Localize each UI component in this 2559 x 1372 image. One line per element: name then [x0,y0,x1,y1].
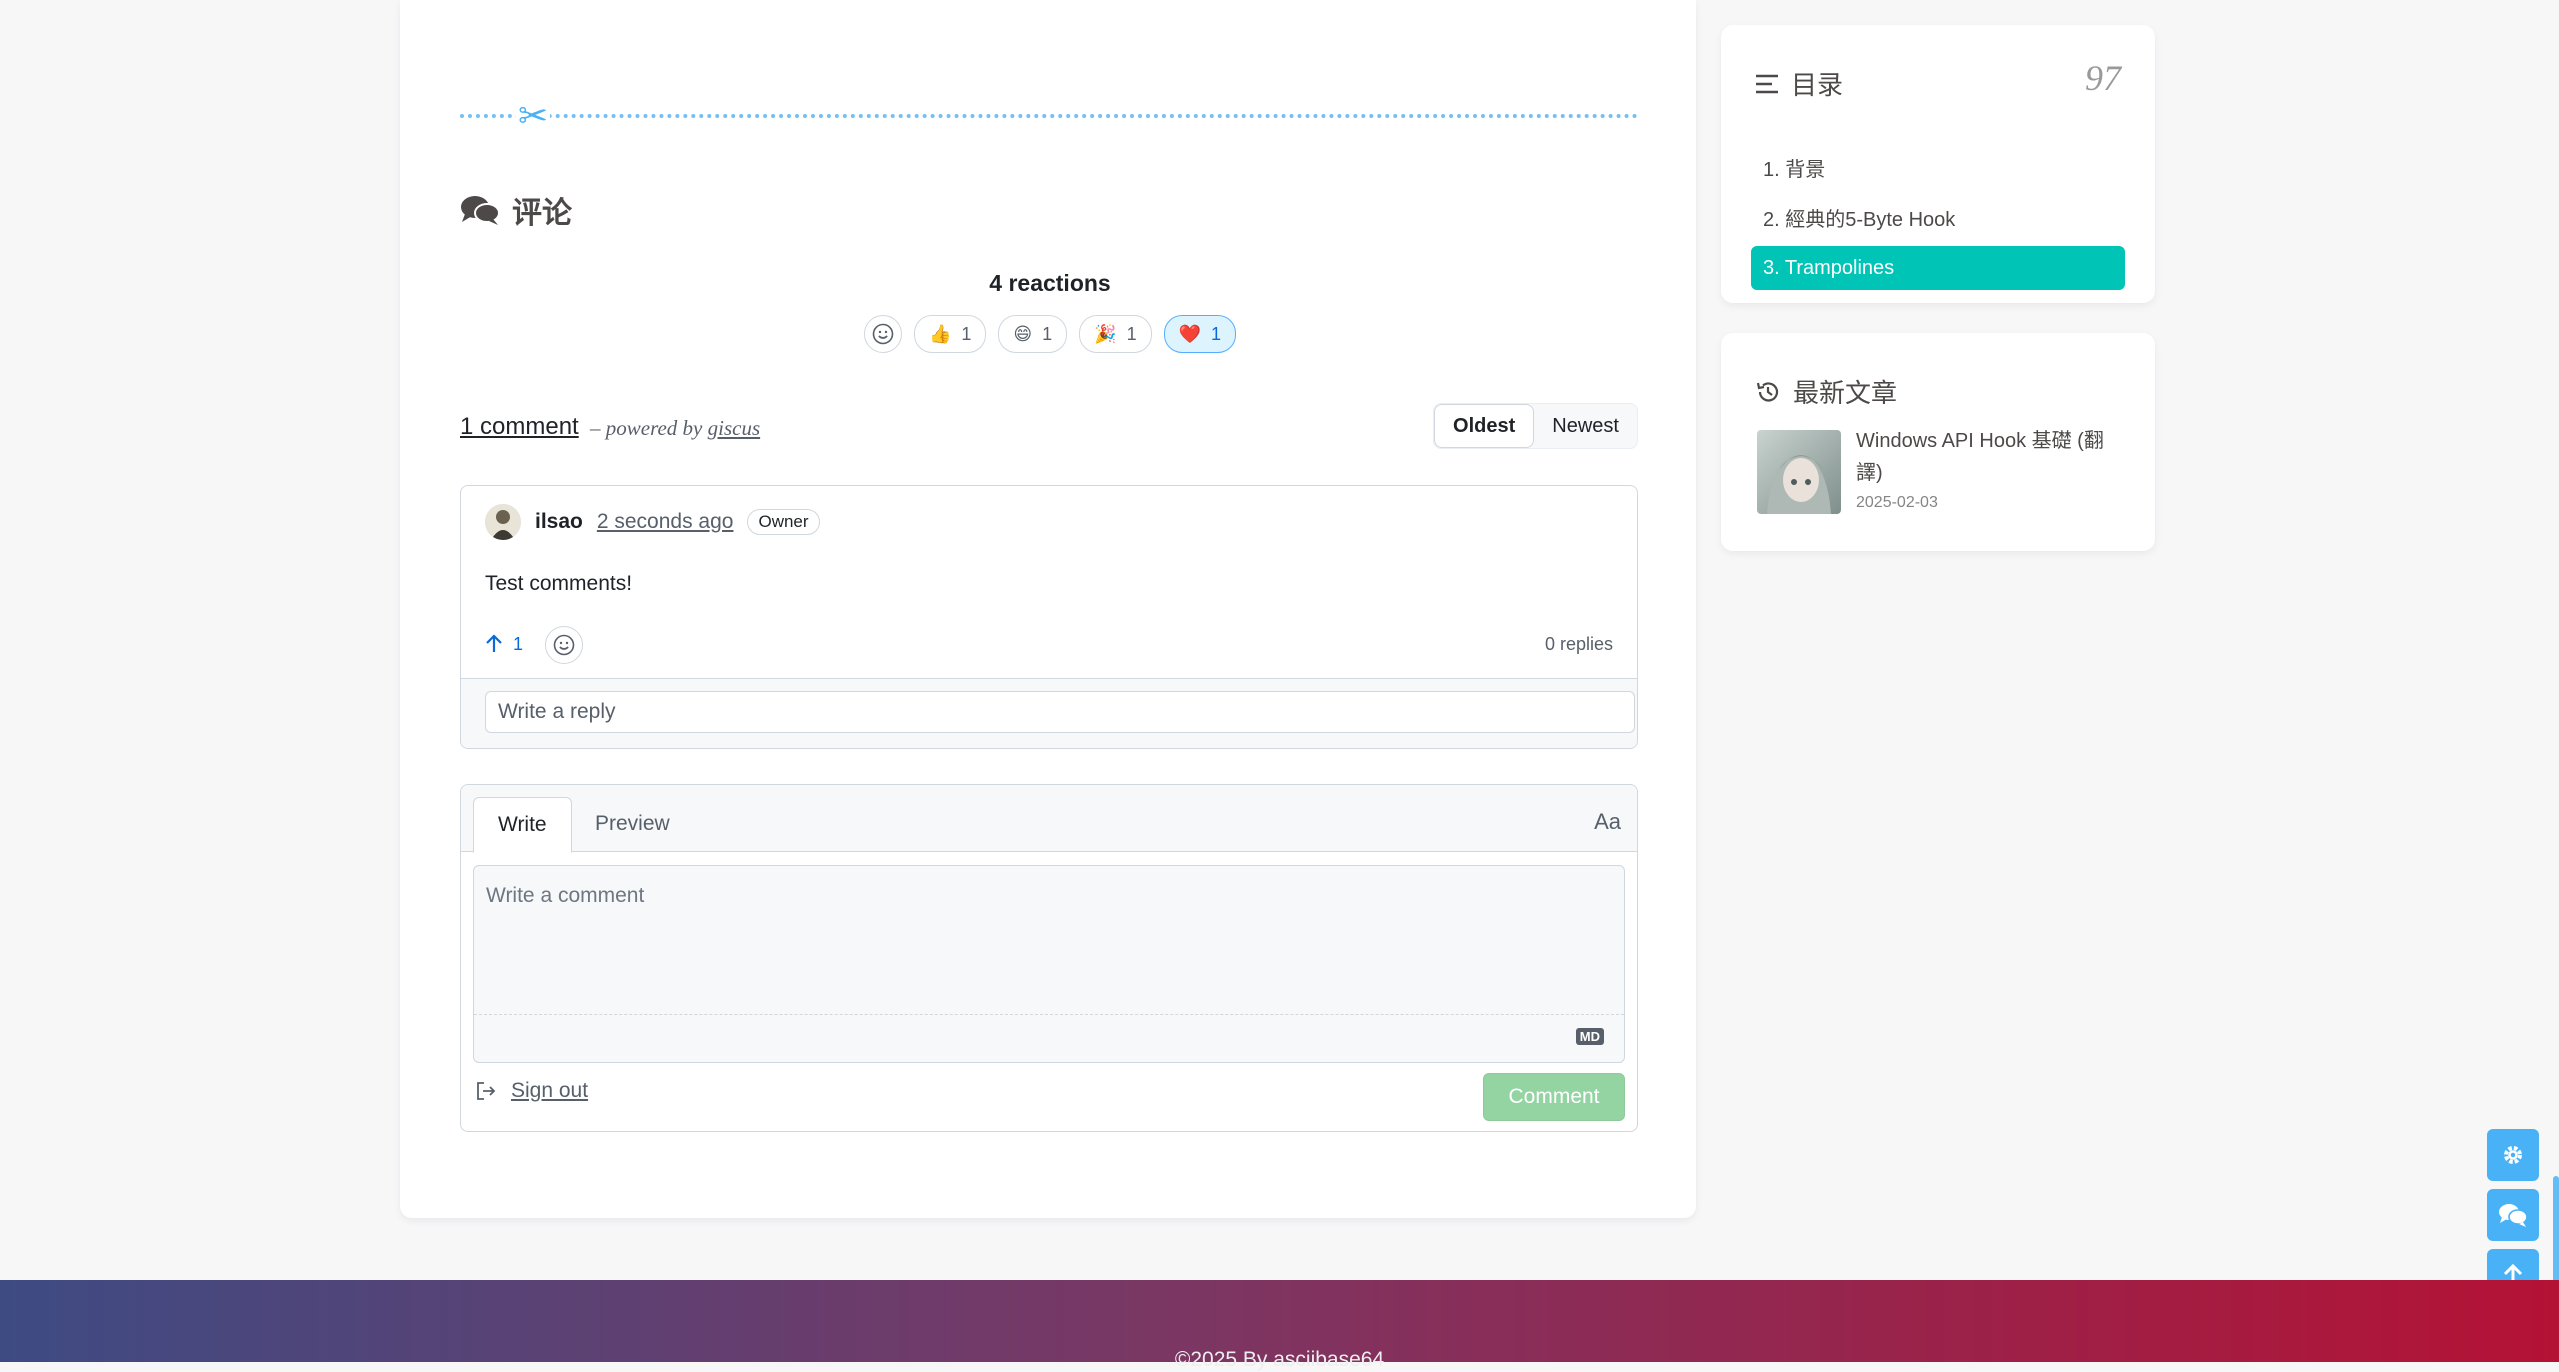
reaction-laugh[interactable]: 😄 1 [998,315,1068,353]
divider-line [460,114,1638,118]
scissors-icon: ✂ [516,95,551,136]
reactions-count: 4 reactions [989,270,1111,296]
comment-timestamp[interactable]: 2 seconds ago [597,510,734,534]
toc-title: 目录 [1791,70,1844,100]
settings-button[interactable] [2487,1129,2539,1181]
toc-item-1[interactable]: 1. 背景 [1751,145,2125,189]
reaction-count: 1 [1126,323,1137,344]
smiley-icon [553,634,575,656]
reaction-row: 👍 1 😄 1 🎉 1 ❤️ 1 [460,315,1640,353]
avatar[interactable] [485,504,521,540]
upvote-button[interactable]: 1 [485,624,523,664]
replies-count: 0 replies [1544,634,1613,654]
toc-card: 目录 97 1. 背景 2. 經典的5-Byte Hook 3. Trampol… [1721,25,2155,303]
comments-heading: 评论 [460,188,572,232]
comment-footer: 1 0 replies [485,624,1613,664]
text-format-button[interactable]: Aa [1594,809,1621,835]
comments-icon [461,196,500,225]
submit-comment-button[interactable]: Comment [1483,1073,1625,1121]
comments-title: 评论 [512,197,572,230]
markdown-icon: MD [1575,1028,1604,1045]
reaction-hooray[interactable]: 🎉 1 [1079,315,1152,353]
sort-oldest-button[interactable]: Oldest [1434,404,1535,448]
powered-by-prefix: – powered by [590,416,708,440]
reaction-count: 1 [1211,323,1222,344]
comment-body: Test comments! [485,572,633,595]
arrow-up-icon [486,634,502,652]
recent-heading: 最新文章 [1755,373,1897,410]
recent-post-thumbnail[interactable] [1757,430,1841,514]
comment-reaction-button[interactable] [545,626,583,664]
reaction-heart[interactable]: ❤️ 1 [1163,315,1237,353]
add-reaction-button[interactable] [863,315,902,353]
post-thumbnail-image [1757,430,1841,514]
textarea-divider [474,1014,1624,1015]
sort-toggle: Oldest Newest [1433,403,1638,449]
recent-posts-card: 最新文章 Windows API Hook 基礎 (翻譯) 2025-02-03 [1721,333,2155,551]
reply-area: Write a reply [461,678,1637,748]
comment-count-link[interactable]: 1 comment [460,413,579,441]
toc-progress: 97 [2085,58,2121,98]
comments-meta-row: 1 comment – powered by giscus Oldest New… [460,403,1638,449]
post-card: ✂ 评论 4 reactions 👍 1 😄 1 🎉 1 ❤️ 1 1 comm… [400,0,1696,1218]
page-footer: ©2025 By asciibase64 [0,1280,2559,1371]
laugh-icon: 😄 [1013,323,1033,344]
recent-title: 最新文章 [1793,378,1898,408]
comments-jump-button[interactable] [2487,1189,2539,1241]
recent-post-title[interactable]: Windows API Hook 基礎 (翻譯) [1856,425,2126,489]
footer-copyright: ©2025 By asciibase64 [1174,1348,1385,1371]
reply-input[interactable]: Write a reply [485,691,1635,733]
comment-username[interactable]: ilsao [535,510,583,534]
comment-textarea[interactable]: Write a comment MD [473,865,1625,1063]
gear-icon [2504,1146,2522,1164]
sign-out-button[interactable]: Sign out [475,1079,588,1103]
thumbs-up-icon: 👍 [928,323,952,344]
toc-heading: 目录 [1755,65,1843,102]
comment-thread: ilsao 2 seconds ago Owner Test comments!… [460,485,1638,749]
recent-post-date: 2025-02-03 [1856,494,1938,511]
list-icon [1756,74,1778,93]
editor-tabs: Write Preview Aa [461,785,1637,853]
sign-out-label: Sign out [511,1079,589,1102]
post-divider: ✂ [460,98,1638,134]
giscus-link[interactable]: giscus [708,416,761,440]
smiley-icon [872,323,894,345]
history-icon [1756,381,1779,401]
user-avatar-icon [485,504,521,540]
comment-placeholder: Write a comment [486,884,645,907]
toc-item-2[interactable]: 2. 經典的5-Byte Hook [1751,195,2125,239]
reactions-section: 4 reactions 👍 1 😄 1 🎉 1 ❤️ 1 [460,270,1640,353]
heart-icon: ❤️ [1178,323,1202,344]
tab-write[interactable]: Write [473,797,572,853]
tab-preview[interactable]: Preview [571,797,694,851]
owner-badge: Owner [747,509,820,535]
comment-header: ilsao 2 seconds ago Owner [485,504,820,540]
sort-newest-button[interactable]: Newest [1534,404,1637,448]
reaction-count: 1 [1042,323,1053,344]
party-popper-icon: 🎉 [1094,323,1117,344]
comments-icon [2499,1204,2528,1227]
toc-item-3[interactable]: 3. Trampolines [1751,246,2125,290]
powered-by: – powered by giscus [590,416,760,441]
comment-editor: Write Preview Aa Write a comment MD Sign… [460,784,1638,1132]
sign-out-icon [477,1082,496,1100]
reaction-thumbs-up[interactable]: 👍 1 [913,315,987,353]
reaction-count: 1 [961,323,972,344]
upvote-count: 1 [513,633,524,654]
